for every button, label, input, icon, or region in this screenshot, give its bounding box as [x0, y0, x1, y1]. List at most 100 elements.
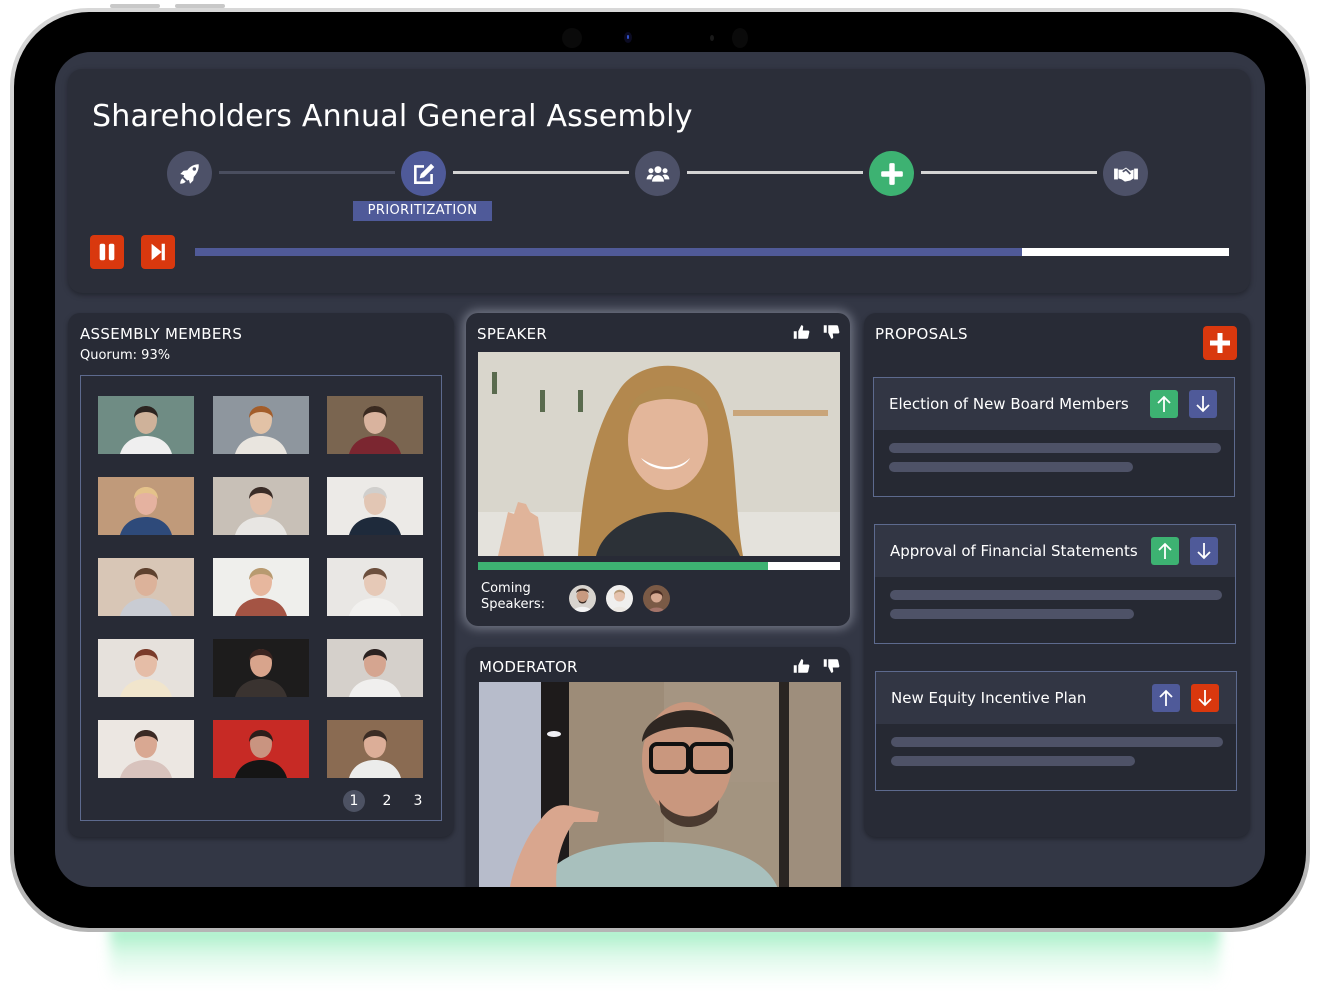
thumbs-down-icon[interactable] [823, 657, 841, 675]
stage-connector [453, 171, 629, 174]
session-progress-fill [195, 248, 1023, 256]
stage-kickoff[interactable] [167, 151, 212, 196]
description-placeholder-line [890, 590, 1222, 600]
quorum-status: Quorum: 93% [80, 348, 171, 363]
edit-icon [413, 163, 434, 184]
active-stage-label: PRIORITIZATION [353, 201, 492, 221]
member-video-tile[interactable] [98, 558, 194, 616]
move-up-button[interactable] [1151, 537, 1179, 565]
proposals-panel: PROPOSALS Election of New Board Members A… [864, 313, 1250, 837]
page-1-button[interactable]: 1 [343, 790, 365, 812]
proposal-title: Election of New Board Members [889, 395, 1129, 413]
move-down-button[interactable] [1189, 390, 1217, 418]
moderator-video[interactable] [479, 682, 841, 887]
panel-title: MODERATOR [479, 658, 578, 676]
member-video-tile[interactable] [98, 396, 194, 454]
thumbs-up-icon[interactable] [793, 323, 811, 341]
coming-speakers-label: Coming Speakers: [481, 581, 545, 613]
proposal-card[interactable]: Approval of Financial Statements [874, 524, 1236, 644]
member-video-tile[interactable] [327, 639, 423, 697]
proposal-title: Approval of Financial Statements [890, 542, 1138, 560]
proposal-card[interactable]: Election of New Board Members [873, 377, 1235, 497]
stage-connector [687, 171, 863, 174]
stage-members[interactable] [635, 151, 680, 196]
arrow-down-icon [1196, 542, 1212, 560]
users-icon [646, 165, 669, 182]
proposal-header: New Equity Incentive Plan [876, 672, 1236, 724]
description-placeholder-line [889, 443, 1221, 453]
proposal-header: Approval of Financial Statements [875, 525, 1235, 577]
move-up-button[interactable] [1152, 684, 1180, 712]
volume-button [175, 4, 225, 8]
stage-add[interactable] [869, 151, 914, 196]
page-3-button[interactable]: 3 [407, 790, 429, 812]
thumbs-down-icon[interactable] [823, 323, 841, 341]
panel-title: SPEAKER [477, 325, 548, 343]
description-placeholder-line [891, 756, 1135, 766]
avatar[interactable] [643, 585, 670, 612]
handshake-icon [1113, 167, 1138, 182]
member-video-tile[interactable] [327, 477, 423, 535]
members-grid: 1 2 3 [80, 375, 442, 821]
app-screen: Shareholders Annual General Assembly PRI… [55, 52, 1265, 887]
move-down-button[interactable] [1191, 684, 1219, 712]
tablet-device: Shareholders Annual General Assembly PRI… [10, 4, 1310, 932]
move-down-button[interactable] [1190, 537, 1218, 565]
arrow-up-icon [1156, 395, 1172, 413]
member-video-tile[interactable] [213, 639, 309, 697]
skip-button[interactable] [141, 235, 175, 269]
description-placeholder-line [890, 609, 1134, 619]
description-placeholder-line [891, 737, 1223, 747]
moderator-panel: MODERATOR [466, 647, 850, 887]
stage-prioritization[interactable] [401, 151, 446, 196]
camera-bar [562, 27, 762, 49]
volume-button [110, 4, 160, 8]
speaking-time-bar [478, 562, 840, 570]
member-video-tile[interactable] [98, 639, 194, 697]
session-progress-bar [195, 248, 1229, 256]
speaker-video[interactable] [478, 352, 840, 556]
arrow-down-icon [1197, 689, 1213, 707]
member-video-tile[interactable] [213, 720, 309, 778]
rocket-icon [179, 163, 199, 184]
assembly-members-panel: ASSEMBLY MEMBERS Quorum: 93% 1 2 3 [68, 313, 454, 837]
member-video-tile[interactable] [98, 720, 194, 778]
member-video-tile[interactable] [213, 558, 309, 616]
skip-forward-icon [151, 243, 165, 261]
member-video-tile[interactable] [327, 396, 423, 454]
proposal-title: New Equity Incentive Plan [891, 689, 1087, 707]
coming-label-line: Coming [481, 581, 531, 596]
speaking-time-fill [478, 562, 768, 570]
tablet-bezel: Shareholders Annual General Assembly PRI… [14, 12, 1306, 928]
plus-icon [1210, 333, 1230, 353]
member-video-tile[interactable] [327, 720, 423, 778]
speaker-panel: SPEAKER Coming Speakers: [466, 313, 850, 626]
proposal-header: Election of New Board Members [874, 378, 1234, 430]
panel-title: ASSEMBLY MEMBERS [80, 325, 243, 343]
camera-icon [624, 32, 632, 43]
member-video-tile[interactable] [213, 477, 309, 535]
panel-title: PROPOSALS [875, 325, 968, 343]
page-title: Shareholders Annual General Assembly [92, 99, 693, 134]
add-proposal-button[interactable] [1203, 326, 1237, 360]
description-placeholder-line [889, 462, 1133, 472]
stage-agreement[interactable] [1103, 151, 1148, 196]
stage-connector [921, 171, 1097, 174]
move-up-button[interactable] [1150, 390, 1178, 418]
plus-icon [880, 162, 903, 185]
arrow-up-icon [1157, 542, 1173, 560]
proposal-card[interactable]: New Equity Incentive Plan [875, 671, 1237, 791]
page-2-button[interactable]: 2 [376, 790, 398, 812]
pause-button[interactable] [90, 235, 124, 269]
arrow-down-icon [1195, 395, 1211, 413]
thumbs-up-icon[interactable] [793, 657, 811, 675]
assembly-header: Shareholders Annual General Assembly PRI… [68, 69, 1250, 293]
coming-label-line: Speakers: [481, 597, 546, 612]
member-video-tile[interactable] [213, 396, 309, 454]
member-video-tile[interactable] [98, 477, 194, 535]
avatar[interactable] [606, 585, 633, 612]
avatar[interactable] [569, 585, 596, 612]
member-video-tile[interactable] [327, 558, 423, 616]
stage-connector [219, 171, 395, 174]
pause-icon [99, 243, 115, 261]
